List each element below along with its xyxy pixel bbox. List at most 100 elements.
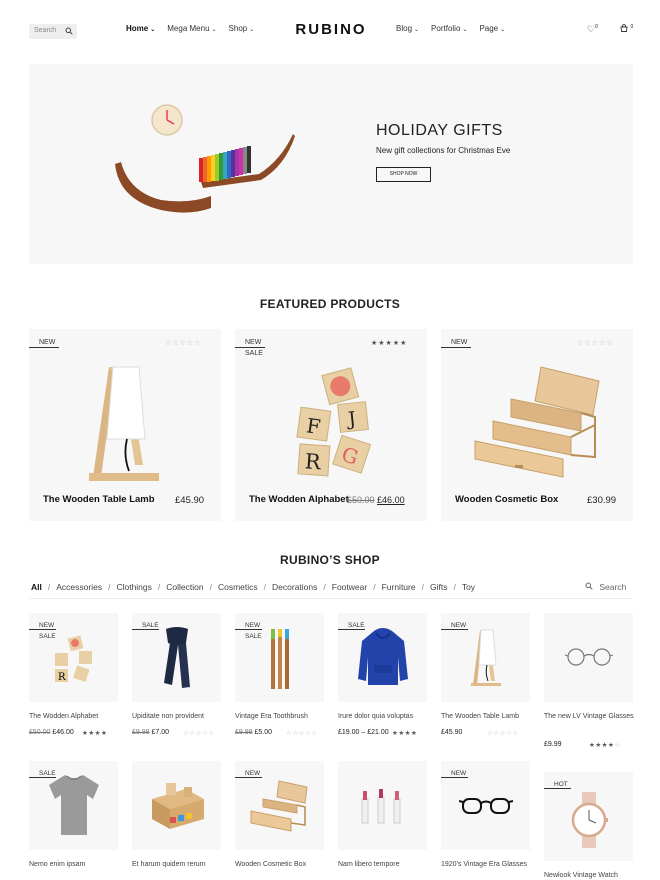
badge-rule: [544, 788, 571, 789]
header-search-input[interactable]: Search: [29, 24, 77, 39]
black-glasses-image: [459, 798, 513, 814]
badge-hot: HOT: [554, 781, 568, 788]
hoodie-image: [358, 628, 408, 685]
filter-accessories[interactable]: Accessories: [56, 582, 102, 592]
filter-clothings[interactable]: Clothings: [116, 582, 151, 592]
shop-search-input[interactable]: Search: [585, 582, 626, 592]
rating-stars: ☆☆☆☆☆: [286, 730, 318, 737]
cosmetics-image: [361, 789, 401, 824]
filter-footwear[interactable]: Footwear: [332, 582, 367, 592]
product-name[interactable]: Upiditate non provident: [132, 712, 224, 722]
filter-toy[interactable]: Toy: [462, 582, 475, 592]
nav-home[interactable]: Home ⌄: [126, 24, 155, 33]
badge-sale: SALE: [142, 622, 159, 629]
wishlist-button[interactable]: ♡0: [587, 24, 598, 35]
filter-cosmetics[interactable]: Cosmetics: [218, 582, 258, 592]
featured-product-card[interactable]: NEW SALE ★★★★★ F J R G The Wodden Alphab…: [235, 329, 427, 521]
product-card[interactable]: NEW: [441, 613, 530, 702]
page: Search Home ⌄ Mega Menu ⌄ Shop ⌄ RUBINO Blo…: [0, 0, 660, 880]
rating-stars: ★★★★: [392, 730, 418, 737]
old-price: £9.99: [132, 729, 150, 736]
product-name[interactable]: 1920's Vintage Era Glasses: [441, 860, 533, 870]
badge-new: NEW: [451, 622, 467, 629]
lamp-image: [89, 366, 159, 481]
nav-shop[interactable]: Shop ⌄: [229, 24, 255, 33]
hero-shelf-image: [115, 104, 295, 213]
product-name[interactable]: The new LV Vintage Glasses: [544, 712, 636, 722]
product-name[interactable]: Wooden Cosmetic Box: [235, 860, 327, 870]
product-image: R: [55, 635, 92, 683]
product-card[interactable]: SALE: [338, 613, 427, 702]
product-price: £50.00 £46.00: [29, 729, 74, 736]
cart-icon: [620, 24, 631, 34]
rating-stars: ★★★★★: [371, 340, 408, 347]
nav-mega-menu[interactable]: Mega Menu ⌄: [167, 24, 216, 33]
sale-price: £46.00: [52, 729, 74, 736]
filter-all[interactable]: All: [31, 582, 42, 592]
featured-product-card[interactable]: NEW ☆☆☆☆☆ Wooden Cosmetic Box £30.99: [441, 329, 633, 521]
product-card[interactable]: NEW: [441, 761, 530, 850]
product-name[interactable]: The Wodden Alphabet: [249, 494, 349, 505]
search-icon[interactable]: [65, 27, 73, 37]
nav-portfolio[interactable]: Portfolio ⌄: [431, 24, 467, 33]
scarf-image: [164, 627, 190, 688]
badge-rule: [235, 777, 262, 778]
chevron-down-icon: ⌄: [414, 27, 420, 33]
shop-now-button[interactable]: SHOP NOW: [376, 167, 431, 182]
badge-rule: [441, 777, 468, 778]
svg-text:R: R: [304, 449, 323, 474]
nav-blog[interactable]: Blog ⌄: [396, 24, 419, 33]
shop-title: RUBINO’S SHOP: [280, 553, 380, 567]
product-name[interactable]: Wooden Cosmetic Box: [455, 494, 558, 505]
product-card[interactable]: NEW: [235, 761, 324, 850]
badge-new: NEW: [245, 339, 262, 346]
site-logo[interactable]: RUBINO: [285, 21, 377, 38]
product-card[interactable]: [338, 761, 427, 850]
product-name[interactable]: The Wooden Table Lamb: [43, 494, 155, 505]
badge-sale: SALE: [245, 633, 262, 640]
badge-rule: [132, 629, 159, 630]
product-price: £45.90: [441, 729, 463, 736]
product-name[interactable]: Newlook Vintage Watch: [544, 871, 636, 880]
chevron-down-icon: ⌄: [211, 27, 217, 33]
cart-count: 0: [630, 24, 634, 30]
sale-price: £5.00: [254, 729, 273, 736]
product-name[interactable]: Irure dolor quia voluptas: [338, 712, 430, 722]
product-card[interactable]: SALE: [29, 761, 118, 850]
filter-collection[interactable]: Collection: [166, 582, 203, 592]
product-card[interactable]: [132, 761, 221, 850]
product-name[interactable]: Vintage Era Toothbrush: [235, 712, 327, 722]
product-card[interactable]: NEW SALE R: [29, 613, 118, 702]
lamp-image: [471, 629, 501, 686]
rating-stars: ☆☆☆☆☆: [577, 340, 614, 347]
filter-decorations[interactable]: Decorations: [272, 582, 317, 592]
featured-product-card[interactable]: NEW ☆☆☆☆☆ The Wooden Table Lamb £45.90: [29, 329, 221, 521]
featured-title: FEATURED PRODUCTS: [259, 297, 401, 311]
product-card[interactable]: HOT: [544, 772, 633, 861]
product-name[interactable]: Nam libero tempore: [338, 860, 430, 870]
product-price: £30.99: [587, 495, 617, 506]
filter-gifts[interactable]: Gifts: [430, 582, 447, 592]
product-price: £45.90: [175, 495, 205, 506]
product-name[interactable]: The Wodden Alphabet: [29, 712, 121, 722]
product-card[interactable]: [544, 613, 633, 702]
product-name[interactable]: Nemo enim ipsam: [29, 860, 121, 870]
sale-price: £7.00: [151, 729, 170, 736]
search-icon: [585, 582, 595, 592]
product-card[interactable]: SALE: [132, 613, 221, 702]
badge-rule: [235, 347, 265, 348]
product-name[interactable]: Et harum quidem rerum: [132, 860, 224, 870]
rating-stars: ☆☆☆☆☆: [165, 340, 202, 347]
cosmetic-box-image: [250, 780, 308, 832]
sale-price: £46.00: [377, 495, 405, 505]
hero-title: HOLIDAY GIFTS: [376, 122, 503, 139]
product-card[interactable]: NEW SALE: [235, 613, 324, 702]
product-name[interactable]: The Wooden Table Lamb: [441, 712, 533, 722]
shop-search-placeholder: Search: [599, 582, 627, 592]
badge-new: NEW: [39, 339, 56, 346]
nav-left: Home ⌄ Mega Menu ⌄ Shop ⌄: [126, 24, 254, 33]
wishlist-count: 0: [595, 24, 598, 30]
filter-furniture[interactable]: Furniture: [382, 582, 416, 592]
nav-page[interactable]: Page ⌄: [479, 24, 505, 33]
cart-button[interactable]: 0: [620, 24, 633, 34]
